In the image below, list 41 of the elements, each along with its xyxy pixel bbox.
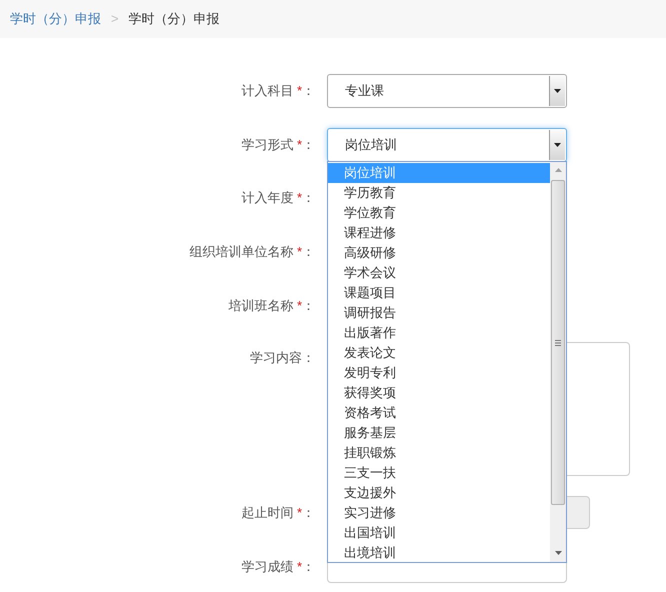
dropdown-option[interactable]: 支边援外 — [328, 483, 550, 503]
field-label: 计入科目 *： — [240, 82, 316, 100]
caret-icon — [554, 142, 561, 147]
dropdown-option[interactable]: 课程进修 — [328, 223, 550, 243]
dropdown-option[interactable]: 调研报告 — [328, 303, 550, 323]
breadcrumb-link[interactable]: 学时（分）申报 — [10, 9, 101, 29]
dropdown-option[interactable]: 服务基层 — [328, 423, 550, 443]
breadcrumb-current: 学时（分）申报 — [128, 10, 220, 28]
field-label: 组织培训单位名称 *： — [188, 243, 316, 262]
dropdown-option[interactable]: 获得奖项 — [328, 383, 550, 403]
dropdown-option[interactable]: 挂职锻炼 — [328, 443, 550, 463]
dropdown-option[interactable]: 高级研修 — [328, 243, 550, 263]
dropdown-option[interactable]: 学术会议 — [328, 263, 550, 283]
scroll-down-icon — [554, 551, 562, 555]
caret-icon — [554, 89, 561, 93]
field-label: 计入年度 *： — [240, 189, 316, 208]
dropdown-arrow-button[interactable] — [549, 130, 565, 160]
scroll-up-icon — [554, 168, 562, 172]
dropdown-option[interactable]: 学位教育 — [328, 203, 550, 223]
dropdown-arrow-button[interactable] — [549, 76, 565, 106]
dropdown-option[interactable]: 学历教育 — [328, 183, 550, 203]
scrollbar[interactable] — [550, 162, 566, 562]
dropdown-option[interactable]: 发表论文 — [328, 343, 550, 363]
dropdown-option[interactable]: 资格考试 — [328, 403, 550, 423]
select-field[interactable]: 专业课 — [327, 74, 567, 108]
breadcrumb-separator: > — [111, 10, 119, 28]
dropdown-option[interactable]: 三支一扶 — [328, 463, 550, 483]
select-field[interactable]: 岗位培训 — [327, 128, 567, 162]
field-label: 学习内容： — [249, 349, 316, 368]
scrollbar-thumb[interactable] — [551, 180, 565, 505]
field-label: 起止时间 *： — [240, 504, 316, 522]
field-label: 学习成绩 *： — [240, 558, 316, 576]
dropdown-option[interactable]: 出国培训 — [328, 523, 550, 543]
dropdown-option[interactable]: 出境培训 — [328, 543, 550, 563]
grip-icon — [555, 340, 561, 346]
field-label: 培训班名称 *： — [227, 296, 316, 315]
dropdown-option[interactable]: 课题项目 — [328, 283, 550, 303]
dropdown-option[interactable]: 实习进修 — [328, 503, 550, 523]
dropdown-option[interactable]: 发明专利 — [328, 363, 550, 383]
field-label: 学习形式 *： — [240, 136, 316, 154]
dropdown-option[interactable]: 出版著作 — [328, 323, 550, 343]
